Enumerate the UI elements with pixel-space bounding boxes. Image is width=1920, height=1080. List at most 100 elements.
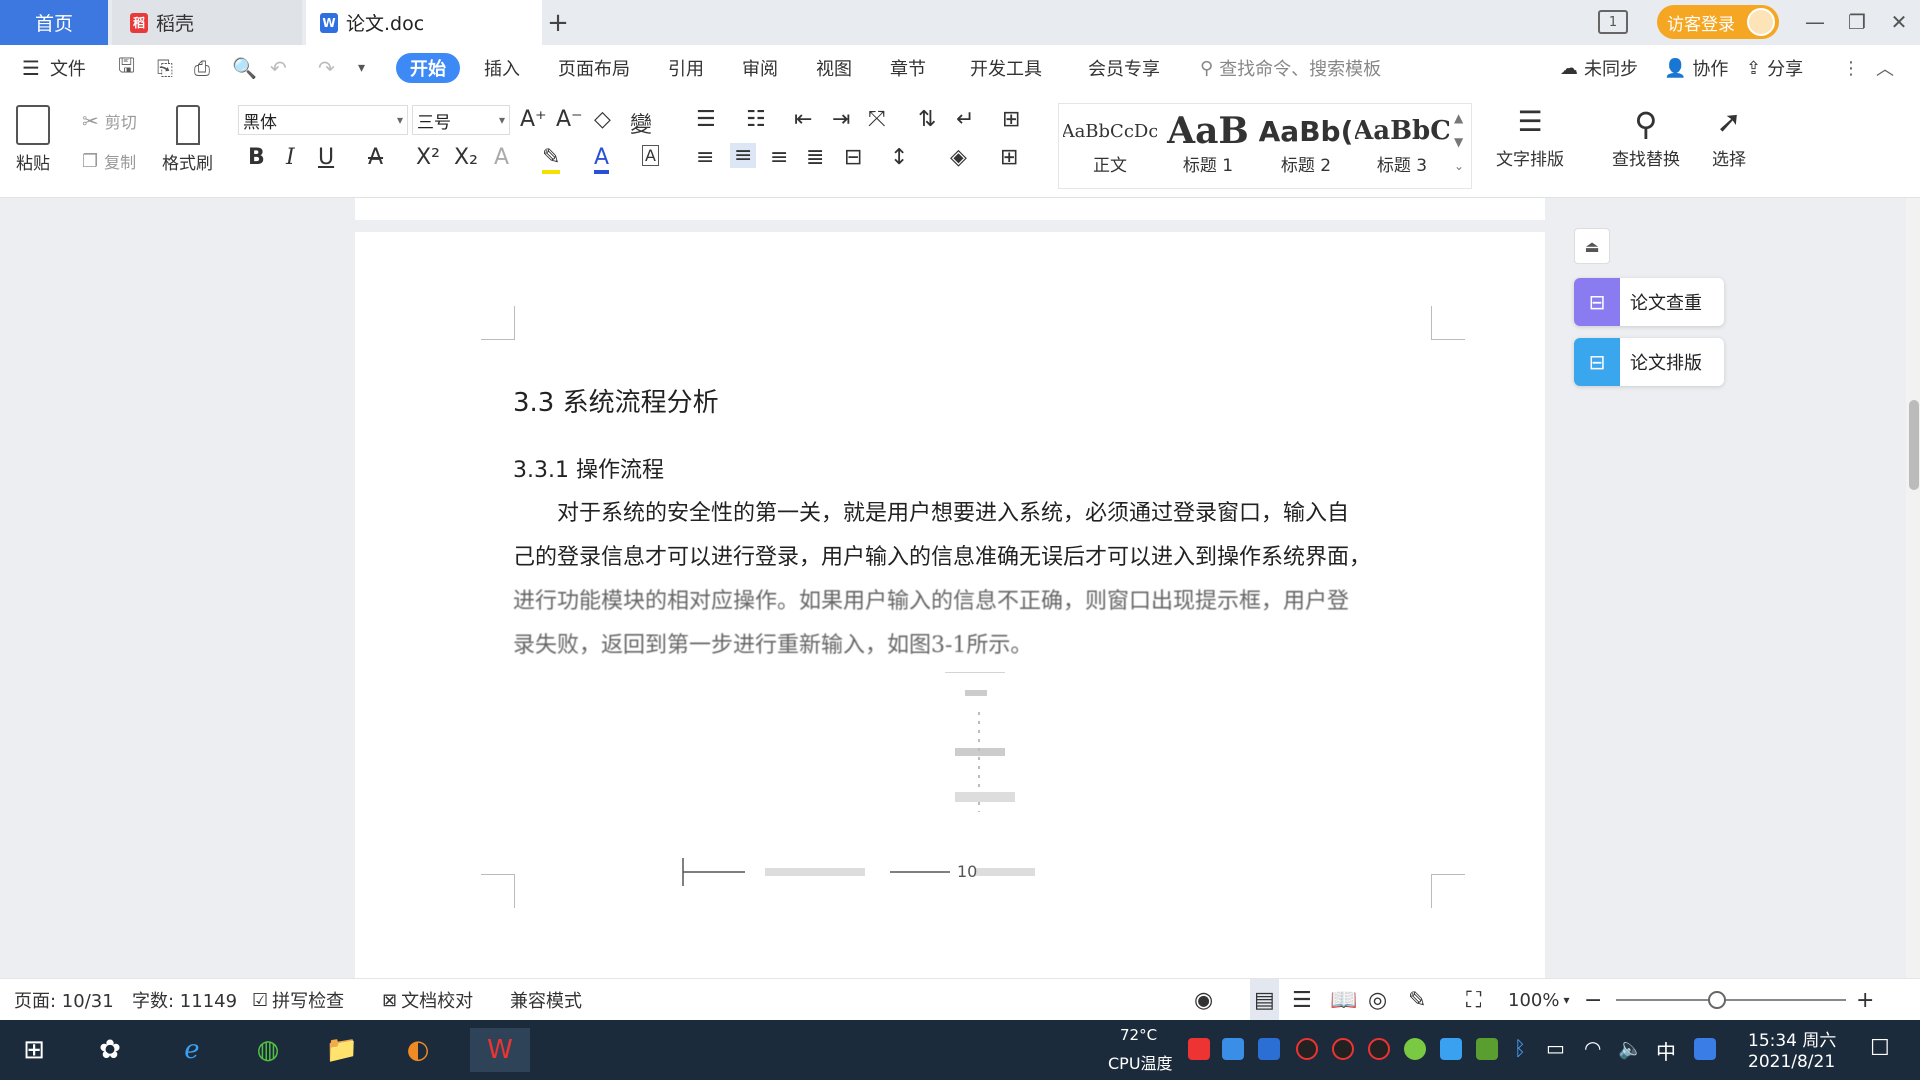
doc-proof-button[interactable]: ⊠ 文档校对 xyxy=(382,979,473,1021)
distribute-icon[interactable]: ⊟ xyxy=(844,145,862,170)
web-view-icon[interactable]: ◎ xyxy=(1368,979,1387,1021)
borders-icon[interactable]: ⊞ xyxy=(1000,145,1018,170)
subscript-icon[interactable]: X₂ xyxy=(454,145,478,170)
wps-writer-icon[interactable]: W xyxy=(470,1028,530,1072)
menu-developer[interactable]: 开发工具 xyxy=(970,45,1042,91)
paper-layout-button[interactable]: ⊟ 论文排版 xyxy=(1574,338,1724,386)
tray-q-icon[interactable] xyxy=(1694,1038,1716,1060)
tray-qq2-icon[interactable] xyxy=(1332,1038,1354,1060)
underline-icon[interactable]: U xyxy=(318,145,334,170)
format-painter-button[interactable]: 格式刷 xyxy=(162,105,213,174)
menu-chapter[interactable]: 章节 xyxy=(890,45,926,91)
collab-button[interactable]: 👤 协作 xyxy=(1664,45,1728,91)
tray-app-icon[interactable] xyxy=(1188,1038,1210,1060)
new-tab-button[interactable]: + xyxy=(547,0,569,45)
command-search-input[interactable]: ⚲ 查找命令、搜索模板 xyxy=(1200,45,1381,91)
app-pinwheel-icon[interactable]: ✿ xyxy=(86,1028,134,1072)
cut-button[interactable]: ✂ 剪切 xyxy=(82,109,137,133)
tray-qq3-icon[interactable] xyxy=(1368,1038,1390,1060)
tray-qq-icon[interactable] xyxy=(1296,1038,1318,1060)
zoom-in-icon[interactable]: + xyxy=(1856,979,1874,1021)
fit-page-icon[interactable]: ⛶ xyxy=(1466,979,1481,1021)
phonetic-icon[interactable]: 變 xyxy=(630,107,652,139)
battery-icon[interactable]: ▭ xyxy=(1546,1036,1565,1060)
zoom-slider-track[interactable] xyxy=(1616,999,1846,1001)
tray-security-icon[interactable] xyxy=(1258,1038,1280,1060)
menu-member[interactable]: 会员专享 xyxy=(1088,45,1160,91)
menu-references[interactable]: 引用 xyxy=(668,45,704,91)
volume-icon[interactable]: 🔈 xyxy=(1618,1036,1643,1060)
shading-icon[interactable]: ◈ xyxy=(950,145,967,170)
justify-icon[interactable]: ≣ xyxy=(806,145,824,170)
align-center-icon[interactable]: ≡ xyxy=(730,143,757,168)
print-icon[interactable]: ⎙ xyxy=(194,45,210,91)
spell-check-button[interactable]: ☑ 拼写检查 xyxy=(252,979,344,1021)
bold-icon[interactable]: B xyxy=(248,145,265,170)
sort-icon[interactable]: ⇅ xyxy=(918,107,936,132)
menu-review[interactable]: 审阅 xyxy=(742,45,778,91)
style-normal[interactable]: AaBbCcDc 正文 xyxy=(1062,111,1158,185)
text-layout-button[interactable]: ☰ 文字排版 xyxy=(1496,105,1564,170)
clock-time[interactable]: 15:34 周六 xyxy=(1748,1026,1836,1051)
chinese-layout-icon[interactable]: ⤧ xyxy=(868,107,886,132)
show-marks-icon[interactable]: ↵ xyxy=(956,107,974,132)
menu-insert[interactable]: 插入 xyxy=(484,45,520,91)
italic-icon[interactable]: I xyxy=(286,145,295,170)
tab-document[interactable]: W 论文.doc xyxy=(306,0,542,45)
bluetooth-icon[interactable]: ᛒ xyxy=(1514,1036,1526,1060)
select-button[interactable]: ➚ 选择 xyxy=(1712,105,1746,170)
tray-green-icon[interactable] xyxy=(1404,1038,1426,1060)
vertical-scrollbar[interactable] xyxy=(1906,198,1920,978)
tray-blue-icon[interactable] xyxy=(1440,1038,1462,1060)
page-count[interactable]: 页面: 10/31 xyxy=(14,979,114,1021)
style-heading-1[interactable]: AaB 标题 1 xyxy=(1160,111,1256,185)
ime-indicator[interactable]: 中 xyxy=(1656,1036,1676,1065)
file-menu[interactable]: ☰ 文件 xyxy=(22,45,86,91)
highlight-icon[interactable]: ✎ xyxy=(542,145,561,174)
visitor-login-button[interactable]: 访客登录 xyxy=(1657,5,1779,39)
font-name-select[interactable]: 黑体 xyxy=(238,105,408,135)
zoom-select[interactable]: 100% ▾ xyxy=(1508,979,1570,1021)
write-view-icon[interactable]: ✎ xyxy=(1408,979,1426,1021)
paper-check-button[interactable]: ⊟ 论文查重 xyxy=(1574,278,1724,326)
table-ruler-icon[interactable]: ⊞ xyxy=(1002,107,1020,132)
line-spacing-icon[interactable]: ↕ xyxy=(890,145,908,170)
eye-protection-icon[interactable]: ◉ xyxy=(1194,979,1213,1021)
menu-page-layout[interactable]: 页面布局 xyxy=(558,45,630,91)
tab-home[interactable]: 首页 xyxy=(0,0,108,45)
style-heading-2[interactable]: AaBb( 标题 2 xyxy=(1258,111,1354,185)
align-left-icon[interactable]: ≡ xyxy=(696,145,714,170)
scrollbar-thumb[interactable] xyxy=(1909,400,1919,490)
ie-browser-icon[interactable]: ℯ xyxy=(168,1028,216,1072)
redo-icon[interactable]: ↷ xyxy=(318,45,335,91)
font-size-select[interactable]: 三号 xyxy=(412,105,510,135)
paste-button[interactable]: 粘贴 xyxy=(16,105,50,174)
sync-status[interactable]: ☁ 未同步 xyxy=(1560,45,1638,91)
save-icon[interactable]: 🖫 xyxy=(118,45,135,91)
wifi-icon[interactable]: ◠ xyxy=(1584,1036,1601,1060)
copy-button[interactable]: ❐ 复制 xyxy=(82,149,136,173)
more-icon[interactable]: ⋮ xyxy=(1842,45,1860,91)
page-view-icon[interactable]: ▤ xyxy=(1250,979,1279,1021)
tab-daoke[interactable]: 稻 稻壳 xyxy=(112,0,302,45)
font-color-icon[interactable]: A xyxy=(594,145,610,174)
shrink-font-icon[interactable]: A⁻ xyxy=(556,107,583,132)
tray-photo-icon[interactable] xyxy=(1222,1038,1244,1060)
menu-view[interactable]: 视图 xyxy=(816,45,852,91)
page-view-toggle[interactable]: 1 xyxy=(1598,10,1628,34)
app-ninja-icon[interactable]: ◐ xyxy=(394,1028,442,1072)
browser-360-icon[interactable]: ◍ xyxy=(244,1028,292,1072)
notification-icon[interactable]: ☐ xyxy=(1870,1036,1890,1061)
clear-format-icon[interactable]: ◇ xyxy=(594,107,611,132)
close-button[interactable]: ✕ xyxy=(1884,8,1914,36)
share-button[interactable]: ⇪ 分享 xyxy=(1746,45,1803,91)
file-explorer-icon[interactable]: 📁 xyxy=(318,1028,366,1072)
bullet-list-icon[interactable]: ☰ xyxy=(696,107,716,132)
clock-date[interactable]: 2021/8/21 xyxy=(1748,1052,1835,1072)
undo-icon[interactable]: ↶ xyxy=(270,45,287,91)
numbered-list-icon[interactable]: ☷ xyxy=(746,107,766,132)
grow-font-icon[interactable]: A⁺ xyxy=(520,107,547,132)
word-count[interactable]: 字数: 11149 xyxy=(132,979,237,1021)
restore-button[interactable]: ❐ xyxy=(1842,8,1872,36)
increase-indent-icon[interactable]: ⇥ xyxy=(832,107,850,132)
